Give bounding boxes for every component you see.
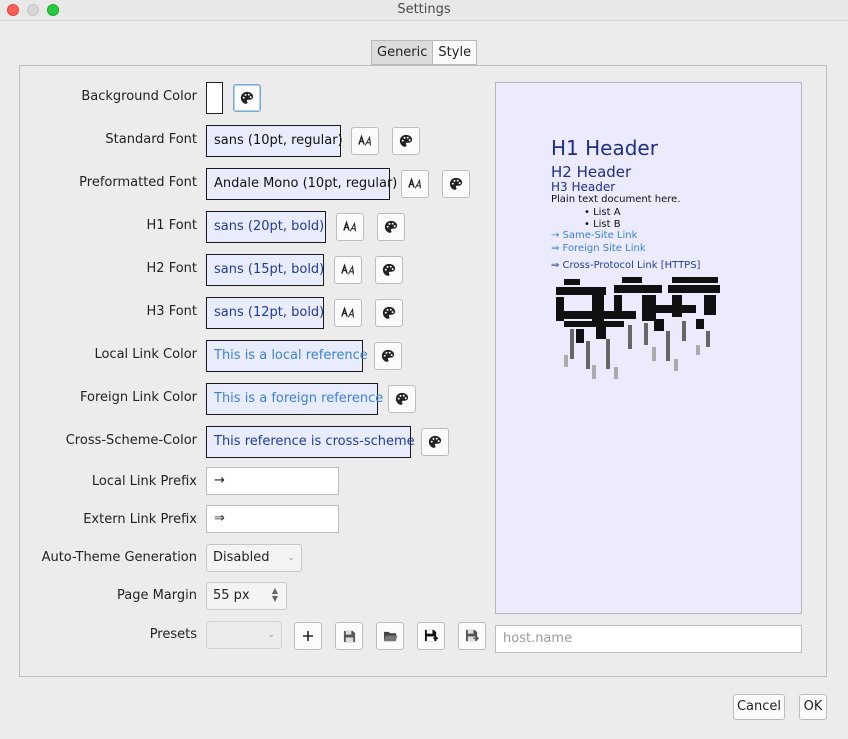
window-title: Settings: [397, 2, 451, 17]
preview-paragraph: Plain text document here.: [551, 194, 681, 205]
cross-scheme-color-label: Cross-Scheme-Color: [65, 433, 197, 448]
presets-label: Presets: [149, 627, 197, 642]
plus-icon: [302, 630, 314, 642]
cancel-button[interactable]: Cancel: [733, 694, 785, 720]
save-as-preset-button[interactable]: [417, 622, 445, 650]
standard-font-label: Standard Font: [105, 132, 197, 147]
auto-theme-label: Auto-Theme Generation: [41, 550, 197, 565]
preformatted-font-select-button[interactable]: [401, 170, 429, 198]
add-preset-button[interactable]: [294, 622, 322, 650]
preformatted-font-color-button[interactable]: [442, 170, 470, 198]
palette-icon: [382, 306, 396, 320]
local-link-prefix-label: Local Link Prefix: [91, 474, 197, 489]
open-preset-button[interactable]: [376, 622, 404, 650]
h2-font-display: sans (15pt, bold): [206, 254, 324, 286]
palette-icon: [240, 91, 254, 105]
window-titlebar: Settings: [0, 0, 848, 21]
background-color-label: Background Color: [81, 89, 197, 104]
stepper-arrows-icon[interactable]: ▲ ▼: [272, 587, 278, 603]
foreign-link-color-display: This is a foreign reference: [206, 383, 383, 415]
save-to-icon: [465, 629, 480, 643]
host-name-input[interactable]: host.name: [495, 625, 802, 653]
font-icon: [408, 177, 422, 191]
standard-font-display: sans (10pt, regular): [206, 125, 343, 157]
export-preset-button[interactable]: [458, 622, 486, 650]
h2-font-color-button[interactable]: [375, 256, 403, 284]
preview-h3: H3 Header: [551, 180, 616, 194]
h3-font-display: sans (12pt, bold): [206, 297, 324, 329]
cross-scheme-color-display: This reference is cross-scheme: [206, 426, 415, 458]
palette-icon: [428, 435, 442, 449]
h3-font-color-button[interactable]: [375, 299, 403, 327]
local-link-prefix-input[interactable]: →: [206, 467, 339, 495]
chevron-down-icon: ⌄: [287, 553, 295, 563]
font-icon: [343, 220, 357, 234]
local-link-color-display: This is a local reference: [206, 340, 368, 372]
tab-style[interactable]: Style: [433, 40, 478, 65]
foreign-link-color-button[interactable]: [388, 385, 416, 413]
preview-ascii-art-image: [556, 277, 720, 379]
auto-theme-select[interactable]: Disabled ⌄: [206, 544, 302, 572]
page-margin-value: 55 px: [213, 588, 250, 603]
h2-font-select-button[interactable]: [334, 256, 362, 284]
preview-h1: H1 Header: [551, 136, 658, 160]
save-icon: [343, 630, 356, 643]
preview-foreign-link: ⇒ Foreign Site Link: [551, 243, 646, 254]
ok-button[interactable]: OK: [799, 694, 827, 720]
tab-generic[interactable]: Generic: [371, 40, 434, 65]
preview-list-item: • List A: [584, 207, 621, 218]
page-margin-spinbox[interactable]: 55 px ▲ ▼: [206, 582, 287, 610]
preformatted-font-display: Andale Mono (10pt, regular): [206, 168, 397, 200]
h1-font-label: H1 Font: [146, 218, 197, 233]
palette-icon: [399, 134, 413, 148]
preview-cross-link: ⇒ Cross-Protocol Link [HTTPS]: [551, 260, 701, 271]
auto-theme-value: Disabled: [213, 550, 270, 565]
local-link-color-label: Local Link Color: [94, 347, 197, 362]
preformatted-font-label: Preformatted Font: [79, 175, 197, 190]
cross-scheme-color-button[interactable]: [421, 428, 449, 456]
h3-font-select-button[interactable]: [334, 299, 362, 327]
palette-icon: [384, 220, 398, 234]
h1-font-display: sans (20pt, bold): [206, 211, 326, 243]
palette-icon: [395, 392, 409, 406]
font-icon: [358, 134, 372, 148]
standard-font-select-button[interactable]: [351, 127, 379, 155]
background-color-swatch[interactable]: [206, 82, 223, 114]
standard-font-color-button[interactable]: [392, 127, 420, 155]
preview-h2: H2 Header: [551, 163, 632, 181]
h1-font-color-button[interactable]: [377, 213, 405, 241]
foreign-link-color-label: Foreign Link Color: [80, 390, 197, 405]
extern-link-prefix-label: Extern Link Prefix: [83, 512, 197, 527]
palette-icon: [449, 177, 463, 191]
chevron-down-icon: ⌄: [267, 630, 275, 640]
page-margin-label: Page Margin: [116, 588, 197, 603]
style-preview: H1 Header H2 Header H3 Header Plain text…: [495, 82, 802, 614]
preview-list-item: • List B: [584, 219, 621, 230]
h1-font-select-button[interactable]: [336, 213, 364, 241]
palette-icon: [381, 349, 395, 363]
tab-bar: Generic Style: [371, 40, 478, 65]
folder-open-icon: [383, 630, 398, 643]
font-icon: [341, 263, 355, 277]
background-color-picker-button[interactable]: [233, 84, 261, 112]
presets-select[interactable]: ⌄: [206, 621, 282, 649]
font-icon: [341, 306, 355, 320]
local-link-color-button[interactable]: [374, 342, 402, 370]
palette-icon: [382, 263, 396, 277]
h2-font-label: H2 Font: [146, 261, 197, 276]
preview-local-link: → Same-Site Link: [551, 230, 638, 241]
h3-font-label: H3 Font: [146, 304, 197, 319]
extern-link-prefix-input[interactable]: ⇒: [206, 505, 339, 533]
save-as-icon: [424, 629, 439, 643]
save-preset-button[interactable]: [335, 622, 363, 650]
